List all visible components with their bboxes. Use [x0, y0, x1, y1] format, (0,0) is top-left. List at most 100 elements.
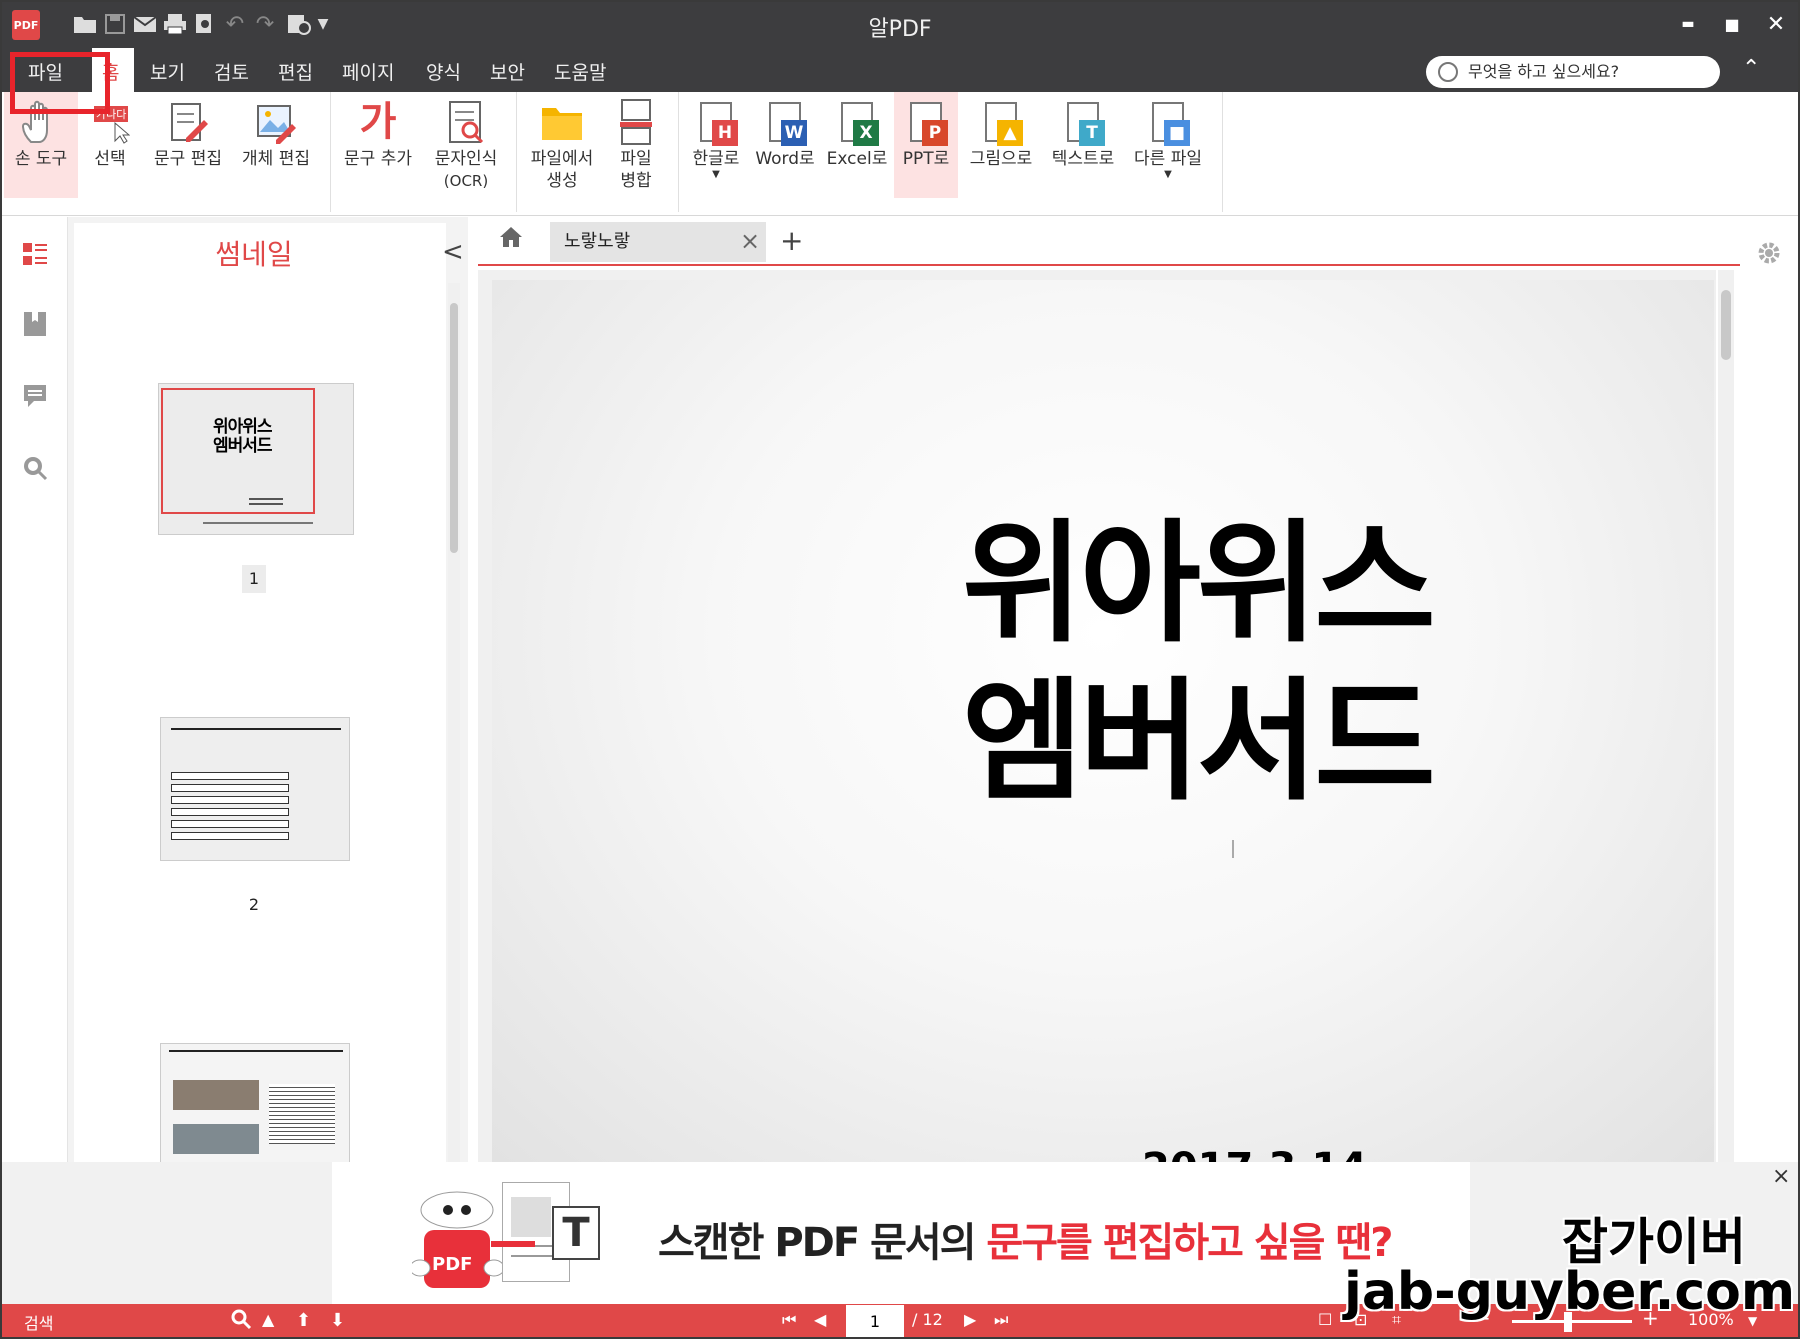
- other-file-button[interactable]: ■ 다른 파일 ▼: [1128, 92, 1208, 198]
- menu-page[interactable]: 페이지: [342, 58, 394, 84]
- thumbnail-2-row: [171, 832, 289, 840]
- new-tab-button[interactable]: +: [780, 224, 803, 257]
- select-tool-label: 선택: [94, 149, 126, 169]
- page-heading: 위아위스 엠버서드: [962, 505, 1522, 821]
- first-page-icon[interactable]: ⏮: [782, 1310, 796, 1330]
- bookmark-icon[interactable]: [22, 311, 48, 337]
- thumbnail-collapse-button[interactable]: <: [442, 237, 464, 267]
- ocr-button[interactable]: 문자인식 (OCR): [426, 92, 506, 198]
- ribbon-separator: [516, 92, 517, 212]
- home-tab-icon[interactable]: [498, 224, 528, 254]
- thumbnail-scrollbar[interactable]: [448, 283, 460, 1163]
- ribbon-collapse-button[interactable]: ⌃: [1742, 56, 1760, 81]
- ocr-icon: [444, 98, 488, 146]
- menu-security[interactable]: 보안: [490, 58, 525, 84]
- page-heading-line1: 위아위스: [962, 507, 1436, 661]
- thumbnail-panel-body: 썸네일 < 위아위스 엠버서드 1 2: [74, 223, 464, 1163]
- thumbnail-2-row: [171, 808, 289, 816]
- document-tab[interactable]: 노랗노랗: [550, 222, 766, 262]
- hand-tool-label: 손 도구: [14, 149, 68, 169]
- page-viewport[interactable]: 위아위스 엠버서드 2017.3.14: [478, 270, 1716, 1162]
- thumbnail-2-header-rule: [171, 728, 341, 730]
- image-file-icon: ▲: [979, 98, 1023, 146]
- tab-close-icon[interactable]: ×: [740, 227, 760, 255]
- close-button[interactable]: ✕: [1758, 8, 1794, 40]
- search-previous-icon[interactable]: ▲: [262, 1310, 274, 1329]
- thumbnail-2-row: [171, 784, 289, 792]
- search-down-icon[interactable]: ⬇: [330, 1310, 345, 1331]
- to-word-label: Word로: [755, 149, 815, 169]
- menu-edit[interactable]: 편집: [278, 58, 313, 84]
- pdf-page: 위아위스 엠버서드 2017.3.14: [492, 280, 1714, 1162]
- tab-underline: [478, 264, 1740, 266]
- menu-view[interactable]: 보기: [150, 58, 185, 84]
- hangul-file-icon: H: [694, 98, 738, 146]
- maximize-button[interactable]: ■: [1714, 8, 1750, 40]
- thumbnail-1-title-line2: 엠버서드: [213, 436, 273, 456]
- ad-headline-highlight: 문구를 편집하고 싶을 땐?: [986, 1220, 1393, 1266]
- text-edit-button[interactable]: 문구 편집: [148, 92, 228, 198]
- comment-icon[interactable]: [22, 383, 48, 409]
- thumbnail-scrollbar-thumb[interactable]: [450, 303, 458, 553]
- other-file-icon: ■: [1146, 98, 1190, 146]
- search-input[interactable]: 무엇을 하고 싶으세요?: [1426, 56, 1720, 88]
- menu-form[interactable]: 양식: [426, 58, 461, 84]
- create-from-file-button[interactable]: 파일에서 생성: [524, 92, 600, 198]
- ribbon-separator: [678, 92, 679, 212]
- thumbnail-page-3[interactable]: [160, 1043, 350, 1163]
- page-date: 2017.3.14: [1142, 1145, 1367, 1162]
- add-text-button[interactable]: 가 문구 추가: [338, 92, 418, 198]
- title-bar: PDF ↶ ↷ ▼ 알PDF ▬ ■ ✕: [2, 2, 1798, 48]
- ad-document-box: [511, 1197, 551, 1237]
- text-file-icon: T: [1061, 98, 1105, 146]
- object-edit-button[interactable]: 개체 편집: [236, 92, 316, 198]
- ribbon-separator: [330, 92, 331, 212]
- thumbnail-2-row: [171, 796, 289, 804]
- merge-file-button[interactable]: 파일 병합: [606, 92, 666, 198]
- search-icon[interactable]: [230, 1308, 252, 1334]
- last-page-icon[interactable]: ⏭: [994, 1310, 1008, 1330]
- to-image-button[interactable]: ▲ 그림으로: [964, 92, 1038, 198]
- minimize-button[interactable]: ▬: [1670, 8, 1706, 40]
- excel-file-icon: X: [835, 98, 879, 146]
- thumbnail-panel-icon[interactable]: [22, 241, 48, 267]
- ppt-file-icon: P: [904, 98, 948, 146]
- to-ppt-button[interactable]: P PPT로: [894, 92, 958, 198]
- ocr-label-line2: (OCR): [443, 172, 489, 190]
- to-word-button[interactable]: W Word로: [752, 92, 818, 198]
- search-icon: [1438, 62, 1458, 82]
- thumbnail-1-title-line1: 위아위스: [213, 417, 273, 437]
- menu-review[interactable]: 검토: [214, 58, 249, 84]
- to-hangul-button[interactable]: H 한글로 ▼: [686, 92, 746, 198]
- text-edit-icon: [166, 98, 210, 146]
- search-up-icon[interactable]: ⬆: [296, 1310, 311, 1331]
- menu-help[interactable]: 도움말: [554, 58, 606, 84]
- add-text-icon: 가: [359, 99, 397, 145]
- thumbnail-1-text-line: [249, 498, 283, 500]
- page-scrollbar-thumb[interactable]: [1721, 290, 1731, 360]
- page-number-input[interactable]: 1: [846, 1305, 904, 1337]
- thumbnail-panel-title: 썸네일: [215, 238, 293, 271]
- search-panel-icon[interactable]: [22, 455, 48, 481]
- to-excel-button[interactable]: X Excel로: [824, 92, 890, 198]
- folder-icon: [540, 98, 584, 146]
- thumbnail-3-header-rule: [169, 1050, 343, 1052]
- next-page-icon[interactable]: ▶: [964, 1310, 976, 1329]
- single-page-icon[interactable]: ☐: [1318, 1310, 1332, 1329]
- thumbnail-3-text-block: [269, 1084, 335, 1144]
- to-excel-label: Excel로: [826, 149, 888, 169]
- create-label-line2: 생성: [546, 171, 578, 191]
- thumbnail-page-1[interactable]: 위아위스 엠버서드: [158, 383, 354, 535]
- ad-close-button[interactable]: ×: [1772, 1164, 1790, 1189]
- to-text-button[interactable]: T 텍스트로: [1046, 92, 1120, 198]
- thumbnail-page-2[interactable]: [160, 717, 350, 861]
- thumbnail-2-row: [171, 820, 289, 828]
- thumbnail-panel: 썸네일 < 위아위스 엠버서드 1 2: [68, 217, 468, 1163]
- gear-icon[interactable]: [1756, 240, 1782, 266]
- page-scrollbar[interactable]: [1718, 270, 1734, 1162]
- thumbnail-3-photo: [173, 1124, 259, 1154]
- previous-page-icon[interactable]: ◀: [814, 1310, 826, 1329]
- add-text-label: 문구 추가: [344, 149, 412, 169]
- text-cursor: [1232, 840, 1234, 858]
- thumbnail-3-photo: [173, 1080, 259, 1110]
